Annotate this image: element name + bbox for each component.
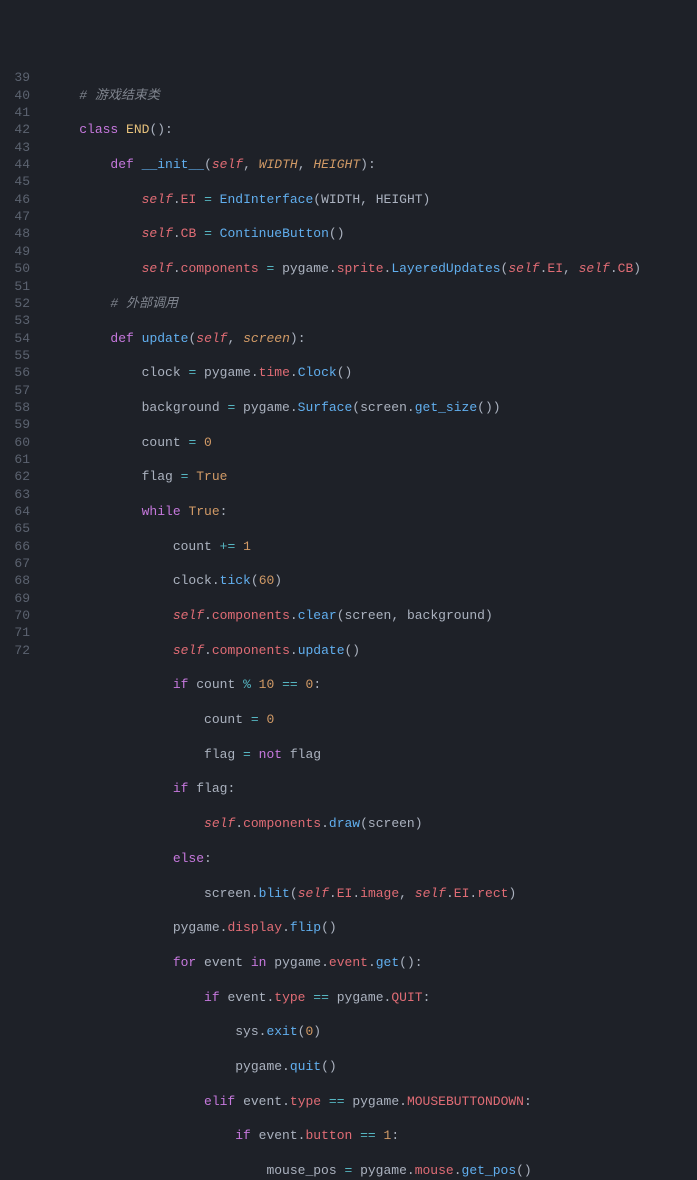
line-number: 49: [0, 243, 30, 260]
code-line: flag = True: [48, 468, 697, 485]
line-number: 47: [0, 208, 30, 225]
code-line: self.CB = ContinueButton(): [48, 225, 697, 242]
line-number: 43: [0, 139, 30, 156]
code-line: screen.blit(self.EI.image, self.EI.rect): [48, 885, 697, 902]
line-number: 59: [0, 416, 30, 433]
code-line: clock = pygame.time.Clock(): [48, 364, 697, 381]
code-line: count = 0: [48, 711, 697, 728]
line-number-gutter: 3940414243444546474849505152535455565758…: [0, 69, 40, 1180]
code-line: for event in pygame.event.get():: [48, 954, 697, 971]
line-number: 71: [0, 624, 30, 641]
line-number: 60: [0, 434, 30, 451]
line-number: 42: [0, 121, 30, 138]
line-number: 44: [0, 156, 30, 173]
code-line: while True:: [48, 503, 697, 520]
line-number: 70: [0, 607, 30, 624]
line-number: 45: [0, 173, 30, 190]
code-line: pygame.display.flip(): [48, 919, 697, 936]
code-line: if count % 10 == 0:: [48, 676, 697, 693]
line-number: 41: [0, 104, 30, 121]
line-number: 53: [0, 312, 30, 329]
code-content[interactable]: # 游戏结束类 class END(): def __init__(self, …: [40, 69, 697, 1180]
code-line: if flag:: [48, 780, 697, 797]
code-line: # 外部调用: [48, 295, 697, 312]
code-line: background = pygame.Surface(screen.get_s…: [48, 399, 697, 416]
code-line: def __init__(self, WIDTH, HEIGHT):: [48, 156, 697, 173]
code-line: mouse_pos = pygame.mouse.get_pos(): [48, 1162, 697, 1179]
code-line: self.components.clear(screen, background…: [48, 607, 697, 624]
line-number: 69: [0, 590, 30, 607]
code-line: if event.type == pygame.QUIT:: [48, 989, 697, 1006]
code-line: # 游戏结束类: [48, 87, 697, 104]
line-number: 62: [0, 468, 30, 485]
line-number: 52: [0, 295, 30, 312]
line-number: 51: [0, 278, 30, 295]
code-line: def update(self, screen):: [48, 330, 697, 347]
line-number: 67: [0, 555, 30, 572]
code-line: clock.tick(60): [48, 572, 697, 589]
code-line: self.components = pygame.sprite.LayeredU…: [48, 260, 697, 277]
code-line: count += 1: [48, 538, 697, 555]
code-line: pygame.quit(): [48, 1058, 697, 1075]
line-number: 65: [0, 520, 30, 537]
line-number: 58: [0, 399, 30, 416]
line-number: 50: [0, 260, 30, 277]
code-line: self.components.update(): [48, 642, 697, 659]
code-line: else:: [48, 850, 697, 867]
line-number: 64: [0, 503, 30, 520]
code-line: self.components.draw(screen): [48, 815, 697, 832]
code-line: class END():: [48, 121, 697, 138]
code-line: self.EI = EndInterface(WIDTH, HEIGHT): [48, 191, 697, 208]
line-number: 55: [0, 347, 30, 364]
line-number: 39: [0, 69, 30, 86]
code-line: sys.exit(0): [48, 1023, 697, 1040]
line-number: 61: [0, 451, 30, 468]
line-number: 68: [0, 572, 30, 589]
code-line: elif event.type == pygame.MOUSEBUTTONDOW…: [48, 1093, 697, 1110]
line-number: 66: [0, 538, 30, 555]
line-number: 72: [0, 642, 30, 659]
code-line: count = 0: [48, 434, 697, 451]
code-line: flag = not flag: [48, 746, 697, 763]
line-number: 63: [0, 486, 30, 503]
line-number: 54: [0, 330, 30, 347]
code-line: if event.button == 1:: [48, 1127, 697, 1144]
line-number: 56: [0, 364, 30, 381]
line-number: 48: [0, 225, 30, 242]
line-number: 46: [0, 191, 30, 208]
line-number: 57: [0, 382, 30, 399]
line-number: 40: [0, 87, 30, 104]
code-editor[interactable]: 3940414243444546474849505152535455565758…: [0, 69, 697, 1180]
